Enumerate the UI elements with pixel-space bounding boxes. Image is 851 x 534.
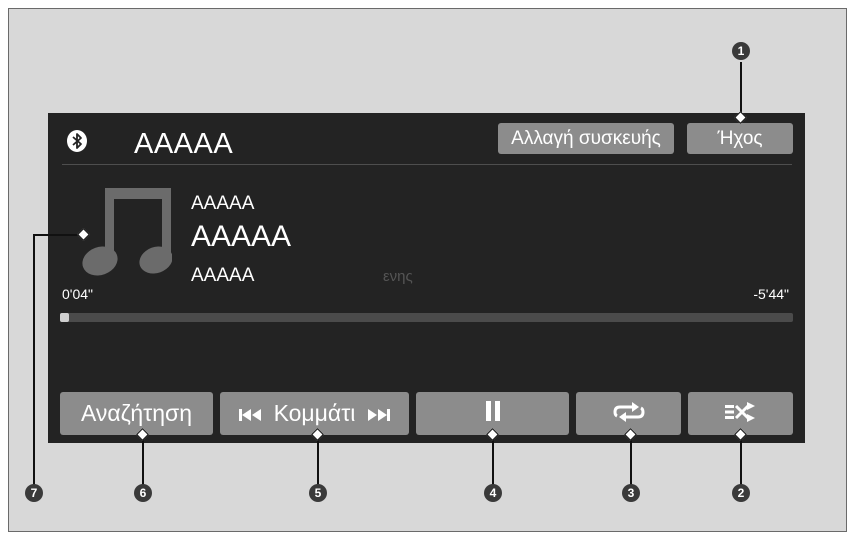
change-device-button[interactable]: Αλλαγή συσκευής [498,123,674,154]
callout-line-5 [317,434,319,488]
track-album: AAAAA [191,265,255,286]
bluetooth-icon [67,130,87,152]
callout-number-6: 6 [134,484,152,502]
music-note-icon [80,186,173,286]
sound-button[interactable]: Ήχος [687,123,793,154]
callout-line-4 [492,434,494,488]
callout-number-7: 7 [25,484,43,502]
skip-back-icon [239,393,263,436]
track-artist: AAAAA [191,193,255,214]
callout-number-2: 2 [732,484,750,502]
header-divider [62,164,792,165]
callout-line-6 [142,434,144,488]
callout-line-3 [630,434,632,488]
callout-number-5: 5 [309,484,327,502]
track-title: AAAAA [191,220,292,253]
search-button[interactable]: Αναζήτηση [60,392,213,435]
callout-line-7b [33,234,83,236]
track-button[interactable]: Κομμάτι [220,392,409,435]
callout-number-1: 1 [732,42,750,60]
progress-fill [60,313,69,322]
progress-bar[interactable] [60,313,793,322]
remaining-time: -5'44" [753,286,789,302]
background-ghost-text: ενης [383,268,413,285]
callout-number-4: 4 [484,484,502,502]
skip-forward-icon [366,393,390,436]
callout-line-7a [33,234,35,488]
callout-line-1 [740,62,742,117]
callout-number-3: 3 [622,484,640,502]
track-button-label: Κομμάτι [273,400,356,426]
callout-line-2 [740,434,742,488]
elapsed-time: 0'04" [62,286,94,302]
source-title: AAAAA [134,128,234,160]
